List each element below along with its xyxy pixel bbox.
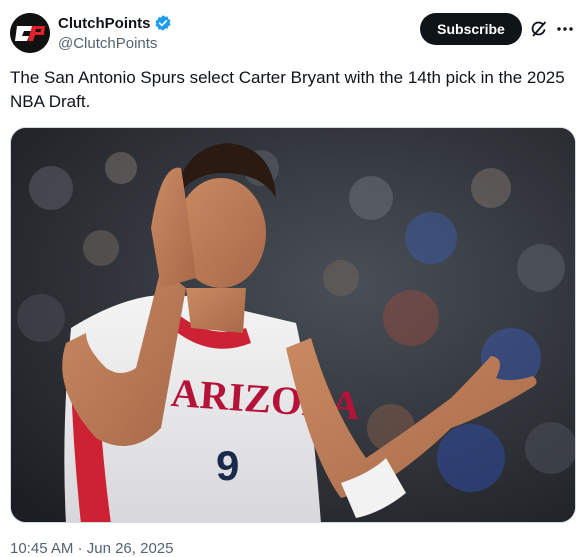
name-row: ClutchPoints — [58, 13, 172, 33]
player-photo: ARIZONA 9 — [11, 128, 575, 522]
timestamp-time: 10:45 AM — [10, 540, 74, 557]
tweet-text: The San Antonio Spurs select Carter Brya… — [10, 68, 565, 111]
grok-icon[interactable] — [530, 19, 548, 39]
display-name[interactable]: ClutchPoints — [58, 15, 151, 32]
author-block: ClutchPoints @ClutchPoints — [58, 13, 172, 54]
tweet-photo[interactable]: ARIZONA 9 — [10, 127, 576, 523]
more-icon[interactable] — [555, 19, 575, 39]
timestamp-separator: · — [77, 540, 83, 557]
clutchpoints-logo — [10, 13, 50, 53]
avatar[interactable] — [10, 13, 50, 53]
timestamp[interactable]: 10:45 AM · Jun 26, 2025 — [10, 540, 173, 557]
timestamp-date: Jun 26, 2025 — [86, 540, 174, 557]
subscribe-button[interactable]: Subscribe — [420, 13, 522, 45]
verified-badge-icon[interactable] — [154, 14, 172, 32]
jersey-number: 9 — [216, 442, 239, 489]
handle[interactable]: @ClutchPoints — [58, 34, 172, 54]
tweet: ClutchPoints @ClutchPoints Subscribe The… — [0, 0, 584, 557]
